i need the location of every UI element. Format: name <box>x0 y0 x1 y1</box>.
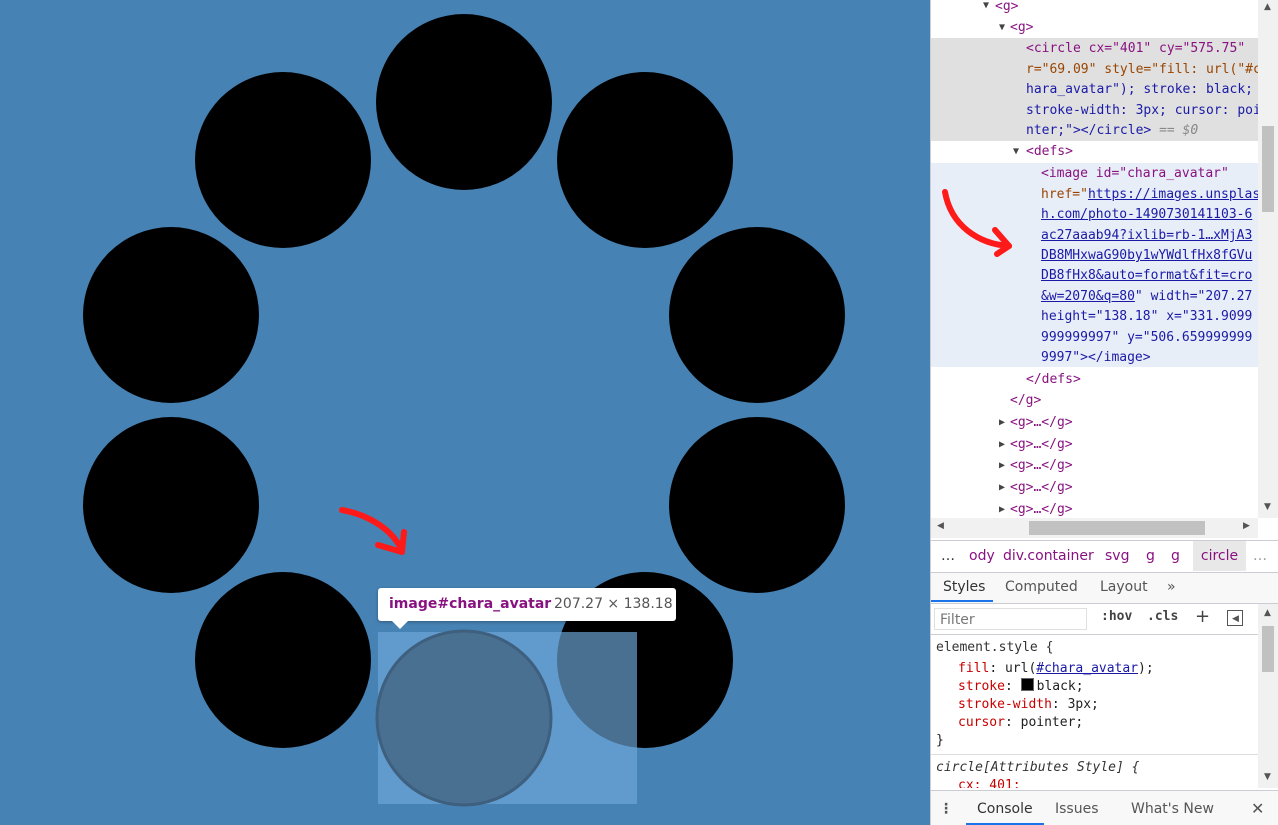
tree-node-circle[interactable]: <circle cx="401" cy="575.75" <box>1026 38 1258 59</box>
collapsed-triangle-icon[interactable]: ▶ <box>999 504 1005 515</box>
tree-node-image-cont: height="138.18" x="331.9099 <box>1041 309 1253 324</box>
breadcrumb-item-active[interactable]: circle <box>1193 541 1246 571</box>
style-rule-cursor[interactable]: cursor: pointer; <box>958 714 1083 732</box>
drawer-tabbar: ⋮ Console Issues What's New ✕ <box>931 790 1278 825</box>
tree-node-g-collapsed[interactable]: <g>…</g> <box>1010 499 1258 518</box>
tab-console[interactable]: Console <box>977 791 1033 825</box>
breadcrumb-item[interactable]: div.container <box>1003 541 1094 571</box>
tree-node-g-inner[interactable]: <g> <box>1010 17 1258 38</box>
tree-node-image-cont: href="https://images.unsplas <box>1041 184 1258 205</box>
scrollbar-thumb[interactable] <box>1262 126 1274 212</box>
tree-node-circle-cont: r="69.09" style="fill: url("#c <box>1026 62 1258 77</box>
selected-node-marker: == $0 <box>1159 123 1199 138</box>
styles-filterbar: Filter :hov .cls + ◀ <box>931 604 1258 635</box>
tabs-overflow-icon[interactable]: » <box>1167 573 1176 601</box>
tooltip-tag: image#chara_avatar <box>389 596 552 612</box>
color-swatch-icon[interactable] <box>1020 678 1034 691</box>
inspect-tooltip: image#chara_avatar 207.27 × 138.18 <box>378 588 676 629</box>
tree-node-image-cont: &w=2070&q=80" width="207.27 <box>1041 289 1253 304</box>
red-arrow-annotation <box>942 189 1012 257</box>
breadcrumb: … ody div.container svg g g circle … <box>931 540 1278 573</box>
filter-input[interactable]: Filter <box>934 608 1087 630</box>
elements-horizontal-scrollbar[interactable]: ◀ ▶ <box>931 518 1258 538</box>
tab-whats-new[interactable]: What's New <box>1131 791 1214 825</box>
tooltip-size: 207.27 × 138.18 <box>554 596 673 612</box>
close-icon[interactable]: ✕ <box>1251 791 1264 825</box>
tree-node-image-cont: DB8MHxwaG90by1wYWdlfHx8fGVu <box>1041 248 1253 263</box>
breadcrumb-item[interactable]: g <box>1146 541 1155 571</box>
tree-node-g-outer[interactable]: <g> <box>995 0 1258 17</box>
element-style-selector: element.style { <box>936 640 1054 655</box>
selected-circle-outline <box>375 629 553 807</box>
style-rule-stroke[interactable]: stroke: black; <box>958 678 1084 696</box>
toggle-sidebar-icon[interactable]: ◀ <box>1227 610 1243 626</box>
scroll-up-icon[interactable]: ▲ <box>1264 2 1271 12</box>
image-href-link[interactable]: https://images.unsplas <box>1088 187 1258 202</box>
scroll-up-icon[interactable]: ▲ <box>1264 608 1271 618</box>
tree-node-g-collapsed[interactable]: <g>…</g> <box>1010 477 1258 498</box>
tree-node-g-collapsed[interactable]: <g>…</g> <box>1010 434 1258 455</box>
active-tab-indicator <box>931 600 993 602</box>
collapsed-triangle-icon[interactable]: ▶ <box>999 460 1005 471</box>
tree-node-circle-cont: hara_avatar"); stroke: black; <box>1026 82 1253 97</box>
tree-node-image-cont: 999999997" y="506.659999999 <box>1041 330 1253 345</box>
tree-node-image-cont: 9997"></image> <box>1041 350 1151 365</box>
page-viewport: image#chara_avatar 207.27 × 138.18 <box>0 0 930 825</box>
style-rule-fill[interactable]: fill: url(#chara_avatar); <box>958 660 1154 678</box>
expand-triangle-icon[interactable]: ▼ <box>1013 146 1019 157</box>
breadcrumb-item[interactable]: svg <box>1105 541 1129 571</box>
rule-divider <box>931 754 1258 755</box>
tab-layout[interactable]: Layout <box>1100 573 1148 601</box>
tree-node-circle-cont: nter;"></circle> == $0 <box>1026 123 1199 138</box>
hov-toggle[interactable]: :hov <box>1101 609 1132 624</box>
tree-node-g-collapsed[interactable]: <g>…</g> <box>1010 455 1258 476</box>
styles-vertical-scrollbar[interactable]: ▲ ▼ <box>1258 604 1278 788</box>
chara-avatar-link[interactable]: #chara_avatar <box>1036 661 1138 676</box>
scroll-down-icon[interactable]: ▼ <box>1264 772 1271 782</box>
devtools-panel: ▼ <g> ▼ <g> <circle cx="401" cy="575.75"… <box>930 0 1278 825</box>
attr-style-selector: circle[Attributes Style] { <box>936 760 1140 775</box>
tab-styles[interactable]: Styles <box>943 573 985 601</box>
scroll-down-icon[interactable]: ▼ <box>1264 502 1271 512</box>
expand-triangle-icon[interactable]: ▼ <box>999 22 1005 33</box>
expand-triangle-icon[interactable]: ▼ <box>983 0 989 11</box>
tab-issues[interactable]: Issues <box>1055 791 1099 825</box>
attr-style-rule: cx: 401; <box>958 778 1021 788</box>
drawer-menu-icon[interactable]: ⋮ <box>939 791 953 825</box>
styles-tabbar: Styles Computed Layout » <box>931 572 1278 604</box>
scrollbar-thumb[interactable] <box>1262 626 1274 672</box>
tooltip-arrow <box>392 621 408 629</box>
tree-node-g-close[interactable]: </g> <box>1010 390 1258 411</box>
elements-tree: ▼ <g> ▼ <g> <circle cx="401" cy="575.75"… <box>931 0 1258 518</box>
tree-node-image-cont: h.com/photo-1490730141103-6 <box>1041 207 1253 222</box>
breadcrumb-more[interactable]: … <box>1253 541 1267 571</box>
elements-vertical-scrollbar[interactable]: ▲ ▼ <box>1258 0 1278 518</box>
tree-node-image[interactable]: <image id="chara_avatar" <box>1041 163 1258 184</box>
tree-node-defs[interactable]: <defs> <box>1026 141 1258 162</box>
rule-close-brace: } <box>936 733 944 748</box>
tree-node-defs-close[interactable]: </defs> <box>1026 369 1258 390</box>
cls-toggle[interactable]: .cls <box>1147 609 1178 624</box>
collapsed-triangle-icon[interactable]: ▶ <box>999 482 1005 493</box>
breadcrumb-item[interactable]: g <box>1171 541 1180 571</box>
tree-node-image-cont: ac27aaab94?ixlib=rb-1…xMjA3 <box>1041 228 1253 243</box>
scroll-left-icon[interactable]: ◀ <box>937 521 944 531</box>
styles-rules: element.style { fill: url(#chara_avatar)… <box>931 636 1258 788</box>
scrollbar-thumb[interactable] <box>1029 521 1205 535</box>
scroll-right-icon[interactable]: ▶ <box>1243 521 1250 531</box>
collapsed-triangle-icon[interactable]: ▶ <box>999 439 1005 450</box>
add-rule-icon[interactable]: + <box>1195 606 1210 627</box>
tab-computed[interactable]: Computed <box>1005 573 1078 601</box>
style-rule-stroke-width[interactable]: stroke-width: 3px; <box>958 696 1099 714</box>
tree-node-circle-cont: stroke-width: 3px; cursor: poi <box>1026 103 1258 118</box>
tree-node-image-cont: DB8fHx8&auto=format&fit=cro <box>1041 268 1253 283</box>
tree-node-g-collapsed[interactable]: <g>…</g> <box>1010 412 1258 433</box>
collapsed-triangle-icon[interactable]: ▶ <box>999 417 1005 428</box>
breadcrumb-item[interactable]: ody <box>969 541 995 571</box>
breadcrumb-more[interactable]: … <box>941 541 955 571</box>
